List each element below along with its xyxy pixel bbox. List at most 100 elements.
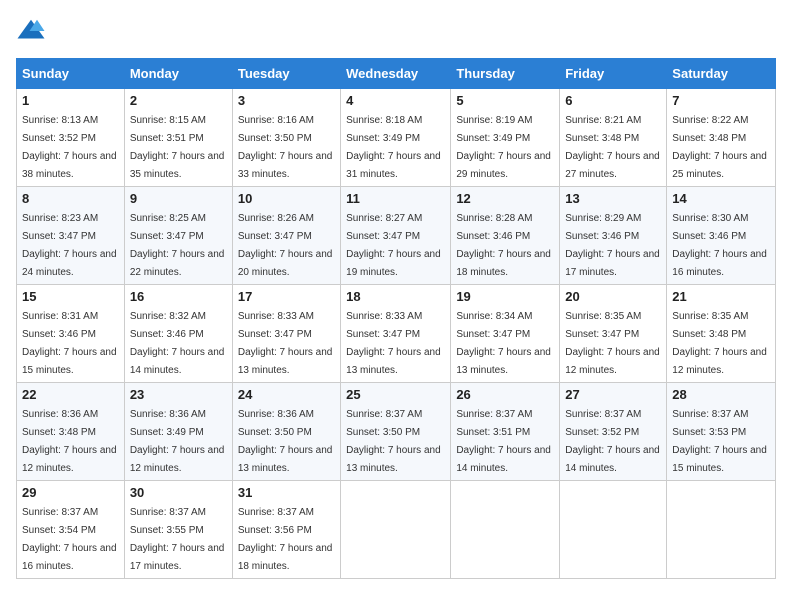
day-number: 28: [672, 387, 770, 402]
logo: [16, 16, 48, 46]
day-number: 7: [672, 93, 770, 108]
day-info: Sunrise: 8:15 AMSunset: 3:51 PMDaylight:…: [130, 115, 225, 180]
day-number: 14: [672, 191, 770, 206]
calendar-cell: 26 Sunrise: 8:37 AMSunset: 3:51 PMDaylig…: [451, 383, 560, 481]
calendar-cell: 2 Sunrise: 8:15 AMSunset: 3:51 PMDayligh…: [124, 89, 232, 187]
logo-icon: [16, 16, 46, 46]
calendar-cell: 18 Sunrise: 8:33 AMSunset: 3:47 PMDaylig…: [341, 285, 451, 383]
day-of-week-thursday: Thursday: [451, 59, 560, 89]
day-info: Sunrise: 8:37 AMSunset: 3:54 PMDaylight:…: [22, 507, 117, 572]
calendar-body: 1 Sunrise: 8:13 AMSunset: 3:52 PMDayligh…: [17, 89, 776, 579]
day-number: 15: [22, 289, 119, 304]
day-info: Sunrise: 8:29 AMSunset: 3:46 PMDaylight:…: [565, 213, 660, 278]
calendar-cell: 3 Sunrise: 8:16 AMSunset: 3:50 PMDayligh…: [232, 89, 340, 187]
day-info: Sunrise: 8:37 AMSunset: 3:51 PMDaylight:…: [456, 409, 551, 474]
calendar-cell: 28 Sunrise: 8:37 AMSunset: 3:53 PMDaylig…: [667, 383, 776, 481]
day-number: 13: [565, 191, 661, 206]
day-info: Sunrise: 8:35 AMSunset: 3:47 PMDaylight:…: [565, 311, 660, 376]
calendar-cell: 13 Sunrise: 8:29 AMSunset: 3:46 PMDaylig…: [560, 187, 667, 285]
calendar-cell: 21 Sunrise: 8:35 AMSunset: 3:48 PMDaylig…: [667, 285, 776, 383]
calendar-cell: [667, 481, 776, 579]
calendar-cell: 29 Sunrise: 8:37 AMSunset: 3:54 PMDaylig…: [17, 481, 125, 579]
calendar-cell: 30 Sunrise: 8:37 AMSunset: 3:55 PMDaylig…: [124, 481, 232, 579]
day-info: Sunrise: 8:36 AMSunset: 3:49 PMDaylight:…: [130, 409, 225, 474]
day-info: Sunrise: 8:22 AMSunset: 3:48 PMDaylight:…: [672, 115, 767, 180]
day-info: Sunrise: 8:37 AMSunset: 3:56 PMDaylight:…: [238, 507, 333, 572]
day-info: Sunrise: 8:21 AMSunset: 3:48 PMDaylight:…: [565, 115, 660, 180]
calendar-cell: 11 Sunrise: 8:27 AMSunset: 3:47 PMDaylig…: [341, 187, 451, 285]
calendar-cell: 1 Sunrise: 8:13 AMSunset: 3:52 PMDayligh…: [17, 89, 125, 187]
day-of-week-sunday: Sunday: [17, 59, 125, 89]
day-info: Sunrise: 8:37 AMSunset: 3:53 PMDaylight:…: [672, 409, 767, 474]
day-info: Sunrise: 8:32 AMSunset: 3:46 PMDaylight:…: [130, 311, 225, 376]
calendar-week-2: 8 Sunrise: 8:23 AMSunset: 3:47 PMDayligh…: [17, 187, 776, 285]
day-info: Sunrise: 8:33 AMSunset: 3:47 PMDaylight:…: [238, 311, 333, 376]
calendar-cell: 25 Sunrise: 8:37 AMSunset: 3:50 PMDaylig…: [341, 383, 451, 481]
day-info: Sunrise: 8:13 AMSunset: 3:52 PMDaylight:…: [22, 115, 117, 180]
day-info: Sunrise: 8:37 AMSunset: 3:52 PMDaylight:…: [565, 409, 660, 474]
day-number: 26: [456, 387, 554, 402]
day-number: 29: [22, 485, 119, 500]
day-info: Sunrise: 8:26 AMSunset: 3:47 PMDaylight:…: [238, 213, 333, 278]
calendar-cell: 16 Sunrise: 8:32 AMSunset: 3:46 PMDaylig…: [124, 285, 232, 383]
day-number: 23: [130, 387, 227, 402]
calendar-cell: 9 Sunrise: 8:25 AMSunset: 3:47 PMDayligh…: [124, 187, 232, 285]
day-number: 11: [346, 191, 445, 206]
day-info: Sunrise: 8:31 AMSunset: 3:46 PMDaylight:…: [22, 311, 117, 376]
day-number: 17: [238, 289, 335, 304]
calendar-cell: 15 Sunrise: 8:31 AMSunset: 3:46 PMDaylig…: [17, 285, 125, 383]
day-number: 3: [238, 93, 335, 108]
calendar-cell: 6 Sunrise: 8:21 AMSunset: 3:48 PMDayligh…: [560, 89, 667, 187]
day-info: Sunrise: 8:23 AMSunset: 3:47 PMDaylight:…: [22, 213, 117, 278]
calendar-cell: 12 Sunrise: 8:28 AMSunset: 3:46 PMDaylig…: [451, 187, 560, 285]
day-number: 27: [565, 387, 661, 402]
calendar-week-3: 15 Sunrise: 8:31 AMSunset: 3:46 PMDaylig…: [17, 285, 776, 383]
calendar-cell: 27 Sunrise: 8:37 AMSunset: 3:52 PMDaylig…: [560, 383, 667, 481]
day-number: 18: [346, 289, 445, 304]
calendar-table: SundayMondayTuesdayWednesdayThursdayFrid…: [16, 58, 776, 579]
calendar-cell: [341, 481, 451, 579]
day-number: 21: [672, 289, 770, 304]
day-number: 4: [346, 93, 445, 108]
day-number: 16: [130, 289, 227, 304]
calendar-cell: 4 Sunrise: 8:18 AMSunset: 3:49 PMDayligh…: [341, 89, 451, 187]
calendar-header: SundayMondayTuesdayWednesdayThursdayFrid…: [17, 59, 776, 89]
day-info: Sunrise: 8:37 AMSunset: 3:50 PMDaylight:…: [346, 409, 441, 474]
day-number: 12: [456, 191, 554, 206]
day-of-week-tuesday: Tuesday: [232, 59, 340, 89]
day-of-week-wednesday: Wednesday: [341, 59, 451, 89]
calendar-cell: 14 Sunrise: 8:30 AMSunset: 3:46 PMDaylig…: [667, 187, 776, 285]
day-number: 8: [22, 191, 119, 206]
day-number: 6: [565, 93, 661, 108]
calendar-cell: 19 Sunrise: 8:34 AMSunset: 3:47 PMDaylig…: [451, 285, 560, 383]
day-number: 30: [130, 485, 227, 500]
calendar-cell: [560, 481, 667, 579]
calendar-cell: 31 Sunrise: 8:37 AMSunset: 3:56 PMDaylig…: [232, 481, 340, 579]
day-number: 20: [565, 289, 661, 304]
day-number: 5: [456, 93, 554, 108]
day-number: 22: [22, 387, 119, 402]
calendar-cell: 5 Sunrise: 8:19 AMSunset: 3:49 PMDayligh…: [451, 89, 560, 187]
day-number: 19: [456, 289, 554, 304]
calendar-cell: 8 Sunrise: 8:23 AMSunset: 3:47 PMDayligh…: [17, 187, 125, 285]
day-of-week-monday: Monday: [124, 59, 232, 89]
day-number: 24: [238, 387, 335, 402]
day-info: Sunrise: 8:25 AMSunset: 3:47 PMDaylight:…: [130, 213, 225, 278]
days-of-week-row: SundayMondayTuesdayWednesdayThursdayFrid…: [17, 59, 776, 89]
day-info: Sunrise: 8:28 AMSunset: 3:46 PMDaylight:…: [456, 213, 551, 278]
day-info: Sunrise: 8:37 AMSunset: 3:55 PMDaylight:…: [130, 507, 225, 572]
day-number: 2: [130, 93, 227, 108]
day-info: Sunrise: 8:18 AMSunset: 3:49 PMDaylight:…: [346, 115, 441, 180]
calendar-week-4: 22 Sunrise: 8:36 AMSunset: 3:48 PMDaylig…: [17, 383, 776, 481]
day-info: Sunrise: 8:36 AMSunset: 3:50 PMDaylight:…: [238, 409, 333, 474]
calendar-cell: 10 Sunrise: 8:26 AMSunset: 3:47 PMDaylig…: [232, 187, 340, 285]
day-number: 9: [130, 191, 227, 206]
day-info: Sunrise: 8:16 AMSunset: 3:50 PMDaylight:…: [238, 115, 333, 180]
day-number: 25: [346, 387, 445, 402]
day-number: 1: [22, 93, 119, 108]
day-info: Sunrise: 8:33 AMSunset: 3:47 PMDaylight:…: [346, 311, 441, 376]
day-info: Sunrise: 8:30 AMSunset: 3:46 PMDaylight:…: [672, 213, 767, 278]
calendar-cell: [451, 481, 560, 579]
day-number: 31: [238, 485, 335, 500]
day-info: Sunrise: 8:36 AMSunset: 3:48 PMDaylight:…: [22, 409, 117, 474]
